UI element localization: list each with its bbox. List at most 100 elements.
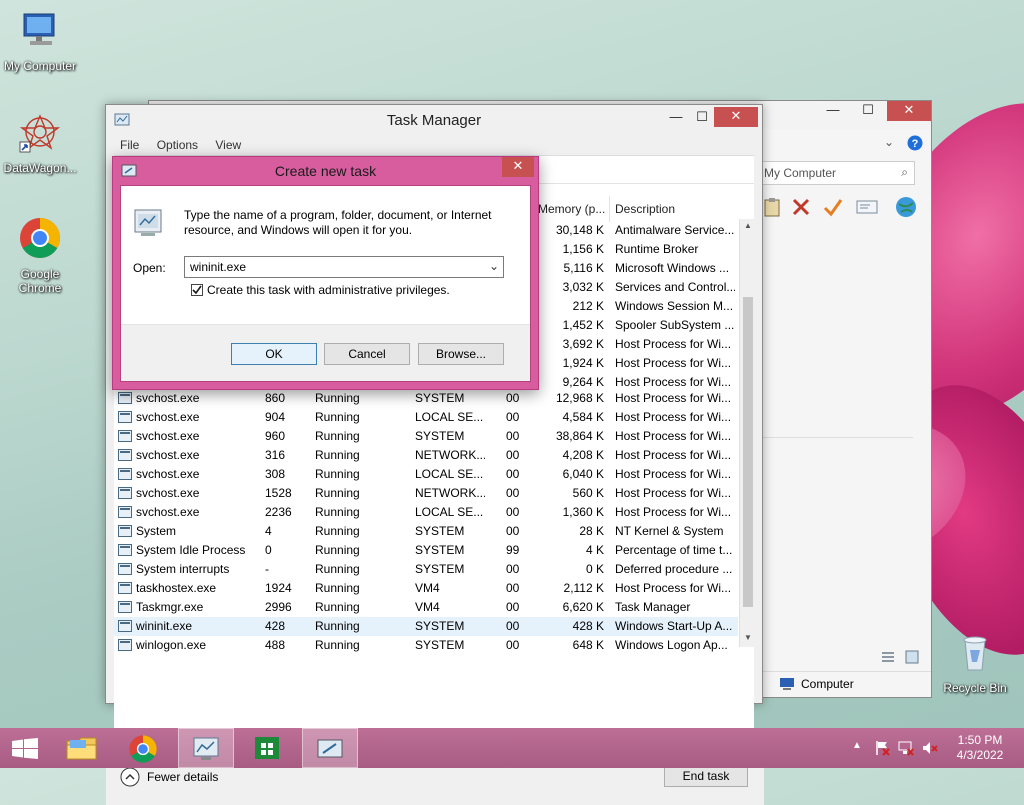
cell-cpu: 00 — [506, 600, 520, 614]
system-clock[interactable]: 1:50 PM 4/3/2022 — [952, 733, 1008, 763]
windows-start-icon[interactable] — [12, 738, 38, 760]
menu-view[interactable]: View — [215, 138, 241, 152]
globe-icon[interactable] — [895, 196, 917, 218]
scroll-down-arrow[interactable]: ▼ — [744, 633, 752, 642]
cell-description: NT Kernel & System — [615, 524, 724, 538]
clock-date: 4/3/2022 — [956, 748, 1004, 762]
close-button[interactable]: ✕ — [887, 101, 931, 121]
cell-memory: 1,156 K — [562, 242, 604, 256]
cell-memory: 12,968 K — [555, 391, 604, 405]
cell-pid: 1924 — [265, 581, 292, 595]
desktop-icon-datawagon[interactable]: DataWagon... — [0, 110, 80, 175]
desktop-icon-label: Google Chrome — [18, 267, 62, 295]
open-combobox[interactable]: wininit.exe ⌄ — [184, 256, 504, 278]
desktop-icon-label: Recycle Bin — [943, 681, 1007, 695]
table-row[interactable]: winlogon.exe 488 Running SYSTEM 00 648 K Windo… — [114, 636, 738, 655]
ok-button[interactable]: OK — [231, 343, 317, 365]
volume-muted-icon[interactable] — [922, 740, 938, 756]
chevron-down-icon[interactable]: ⌄ — [884, 135, 894, 149]
maximize-button[interactable]: ☐ — [854, 101, 882, 121]
scroll-up-arrow[interactable]: ▲ — [744, 221, 752, 230]
admin-privileges-checkbox[interactable] — [191, 284, 203, 296]
action-center-flag-icon[interactable] — [874, 740, 890, 756]
cell-memory: 28 K — [579, 524, 604, 538]
maximize-button[interactable]: ☐ — [688, 108, 716, 128]
delete-icon[interactable] — [791, 197, 811, 217]
desktop-icon-google-chrome[interactable]: Google Chrome — [0, 216, 80, 295]
chrome-icon — [129, 735, 157, 763]
large-icons-view-icon[interactable] — [905, 650, 919, 664]
mail-icon[interactable] — [856, 199, 878, 215]
browse-button[interactable]: Browse... — [418, 343, 504, 365]
dialog-titlebar[interactable]: Create new task ✕ — [113, 157, 538, 184]
scrollbar[interactable]: ▲ ▼ — [739, 219, 755, 647]
cell-cpu: 00 — [506, 505, 520, 519]
table-row[interactable]: taskhostex.exe 1924 Running VM4 00 2,112 K Hos… — [114, 579, 738, 598]
column-header-description[interactable]: Description — [611, 196, 737, 222]
taskbar-store[interactable] — [240, 728, 296, 768]
task-manager-titlebar[interactable]: Task Manager — ☐ ✕ — [106, 105, 762, 135]
svg-text:?: ? — [912, 138, 919, 150]
table-row[interactable]: Taskmgr.exe 2996 Running VM4 00 6,620 K Task M… — [114, 598, 738, 617]
table-row[interactable]: System 4 Running SYSTEM 00 28 K NT Kernel & Sy… — [114, 522, 738, 541]
table-row[interactable]: System Idle Process 0 Running SYSTEM 99 4 K Pe… — [114, 541, 738, 560]
cell-user: LOCAL SE... — [415, 505, 484, 519]
table-row[interactable]: svchost.exe 2236 Running LOCAL SE... 00 1,360… — [114, 503, 738, 522]
table-row[interactable]: svchost.exe 1528 Running NETWORK... 00 560 K H… — [114, 484, 738, 503]
search-icon[interactable]: ⌕ — [901, 165, 908, 180]
desktop-icon-my-computer[interactable]: My Computer — [0, 8, 80, 73]
menu-file[interactable]: File — [120, 138, 139, 152]
process-icon — [118, 392, 132, 404]
chevron-down-icon[interactable]: ⌄ — [489, 259, 499, 273]
dialog-body: Type the name of a program, folder, docu… — [120, 185, 531, 382]
table-row[interactable]: System interrupts - Running SYSTEM 00 0 K Defe… — [114, 560, 738, 579]
cell-name: System Idle Process — [136, 543, 246, 557]
table-row[interactable]: wininit.exe 428 Running SYSTEM 00 428 K Window… — [114, 617, 738, 636]
taskbar-file-explorer[interactable] — [54, 728, 110, 768]
cell-description: Windows Start-Up A... — [615, 619, 733, 633]
cell-status: Running — [315, 505, 360, 519]
end-task-button[interactable]: End task — [664, 765, 748, 787]
taskbar-task-manager[interactable] — [178, 728, 234, 768]
cell-pid: 488 — [265, 638, 286, 652]
cell-memory: 6,040 K — [562, 467, 604, 481]
desktop-icon-label: DataWagon... — [3, 161, 77, 175]
menu-options[interactable]: Options — [157, 138, 198, 152]
check-icon[interactable] — [823, 197, 843, 217]
cell-pid: - — [265, 562, 269, 576]
cell-description: Percentage of time t... — [615, 543, 733, 557]
minimize-button[interactable]: — — [819, 101, 847, 121]
minimize-button[interactable]: — — [662, 108, 690, 128]
cell-memory: 212 K — [572, 299, 604, 313]
show-hidden-icons-arrow[interactable]: ▲ — [852, 740, 862, 751]
network-icon[interactable] — [898, 740, 914, 756]
help-icon[interactable]: ? — [907, 135, 923, 151]
clipboard-icon[interactable] — [763, 197, 781, 217]
fewer-details-link[interactable]: Fewer details — [147, 770, 218, 784]
chevron-up-icon[interactable] — [120, 767, 140, 787]
create-new-task-dialog[interactable]: Create new task ✕ Type the name of a pro… — [112, 156, 539, 390]
cell-name: System — [136, 524, 177, 538]
scroll-thumb[interactable] — [743, 297, 753, 607]
cell-memory: 0 K — [585, 562, 604, 576]
search-input[interactable]: My Computer ⌕ — [761, 161, 915, 185]
cell-cpu: 00 — [506, 581, 520, 595]
desktop-icon-recycle-bin[interactable]: Recycle Bin — [935, 630, 1015, 695]
table-row[interactable]: svchost.exe 904 Running LOCAL SE... 00 4,584 … — [114, 408, 738, 427]
cell-name: svchost.exe — [136, 448, 200, 462]
dialog-close-button[interactable]: ✕ — [502, 157, 534, 177]
table-row[interactable]: svchost.exe 316 Running NETWORK... 00 4,208 K… — [114, 446, 738, 465]
table-row[interactable]: svchost.exe 308 Running LOCAL SE... 00 6,040 … — [114, 465, 738, 484]
process-icon — [118, 487, 132, 499]
cell-user: SYSTEM — [415, 391, 465, 405]
table-row[interactable]: svchost.exe 860 Running SYSTEM 00 12,968 K Hos… — [114, 389, 738, 408]
cell-memory: 3,032 K — [562, 280, 604, 294]
column-header-memory[interactable]: Memory (p... — [534, 196, 610, 222]
taskbar-chrome[interactable] — [116, 728, 172, 768]
details-view-icon[interactable] — [881, 651, 895, 663]
cell-name: svchost.exe — [136, 486, 200, 500]
table-row[interactable]: svchost.exe 960 Running SYSTEM 00 38,864 K Hos… — [114, 427, 738, 446]
cancel-button[interactable]: Cancel — [324, 343, 410, 365]
close-button[interactable]: ✕ — [714, 107, 758, 127]
taskbar-run-dialog[interactable] — [302, 728, 358, 768]
